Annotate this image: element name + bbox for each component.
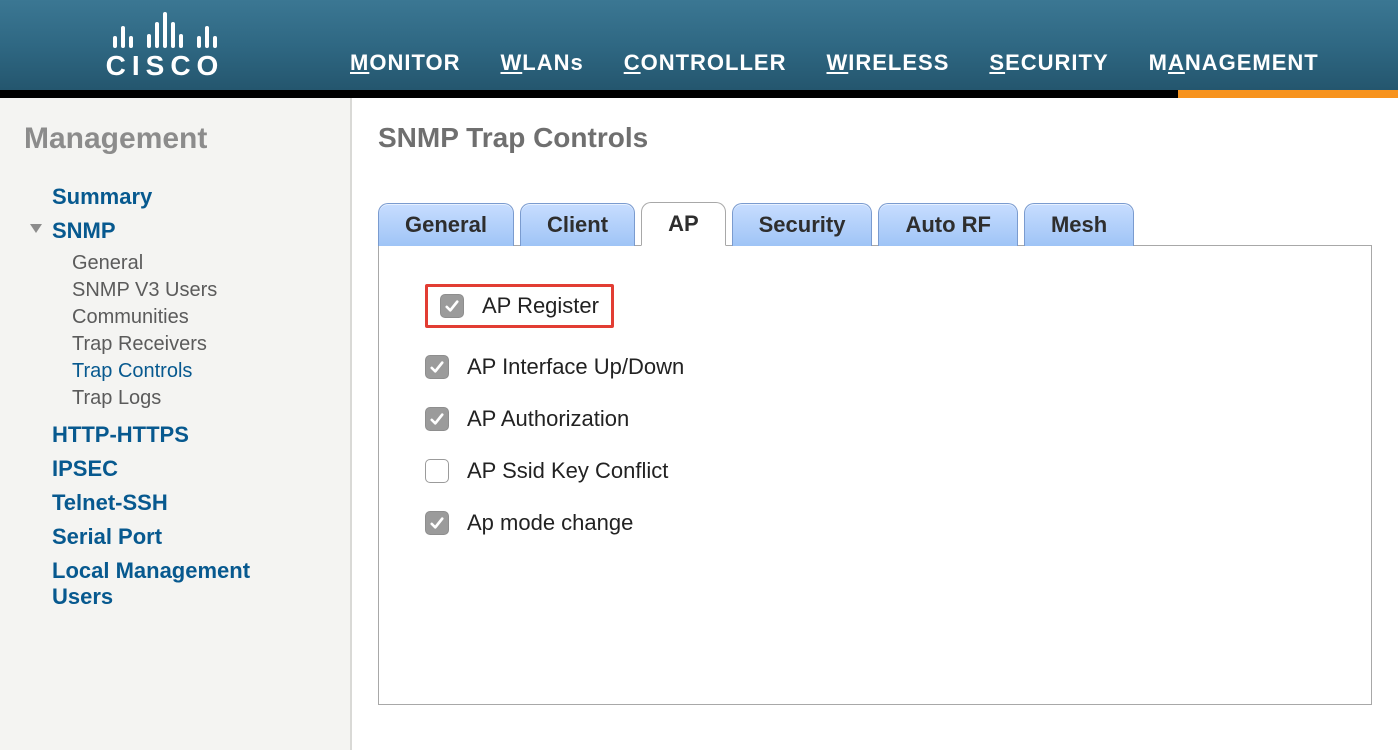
label-ap-mode-change: Ap mode change	[467, 510, 633, 536]
sidebar-item-http-https[interactable]: HTTP-HTTPS	[52, 422, 350, 448]
nav-management[interactable]: MANAGEMENT	[1149, 50, 1319, 76]
tab-client[interactable]: Client	[520, 203, 635, 246]
check-icon	[430, 360, 444, 374]
check-icon	[430, 516, 444, 530]
tab-security[interactable]: Security	[732, 203, 873, 246]
body-layout: Management Summary SNMP General SNMP V3 …	[0, 98, 1398, 750]
sidebar-sub-trap-logs[interactable]: Trap Logs	[72, 387, 350, 410]
sidebar-item-serial-port[interactable]: Serial Port	[52, 524, 350, 550]
check-icon	[445, 299, 459, 313]
checkbox-ap-interface[interactable]	[425, 355, 449, 379]
cisco-logo-icon: CISCO	[106, 8, 225, 82]
top-nav: MONITOR WLANs CONTROLLER WIRELESS SECURI…	[330, 0, 1319, 90]
brand-logo: CISCO	[0, 0, 330, 90]
top-bar: CISCO MONITOR WLANs CONTROLLER WIRELESS …	[0, 0, 1398, 98]
main-content: SNMP Trap Controls General Client AP Sec…	[352, 98, 1398, 750]
checkbox-ap-register[interactable]	[440, 294, 464, 318]
checkbox-ap-authorization[interactable]	[425, 407, 449, 431]
tab-ap[interactable]: AP	[641, 202, 726, 246]
nav-controller[interactable]: CONTROLLER	[624, 50, 787, 76]
page-title: SNMP Trap Controls	[378, 122, 1372, 154]
brand-name: CISCO	[106, 50, 225, 82]
nav-active-indicator	[1178, 90, 1398, 98]
tab-mesh[interactable]: Mesh	[1024, 203, 1134, 246]
tab-general[interactable]: General	[378, 203, 514, 246]
sidebar-item-summary[interactable]: Summary	[52, 184, 350, 210]
tab-auto-rf[interactable]: Auto RF	[878, 203, 1018, 246]
trap-row-ap-register: AP Register	[425, 284, 1325, 328]
sidebar-item-local-mgmt-users[interactable]: Local Management Users	[52, 558, 302, 610]
sidebar-title: Management	[24, 122, 350, 156]
nav-wireless[interactable]: WIRELESS	[826, 50, 949, 76]
sidebar-sub-general[interactable]: General	[72, 252, 350, 275]
nav-wlans[interactable]: WLANs	[500, 50, 583, 76]
tab-panel-ap: AP Register AP Interface Up/Down AP Auth…	[378, 245, 1372, 705]
sidebar-sub-communities[interactable]: Communities	[72, 306, 350, 329]
sidebar-item-telnet-ssh[interactable]: Telnet-SSH	[52, 490, 350, 516]
highlight-box: AP Register	[425, 284, 614, 328]
label-ap-interface: AP Interface Up/Down	[467, 354, 684, 380]
nav-security[interactable]: SECURITY	[989, 50, 1108, 76]
sidebar-subitems-snmp: General SNMP V3 Users Communities Trap R…	[72, 252, 350, 410]
checkbox-ap-ssid-conflict[interactable]	[425, 459, 449, 483]
tab-strip: General Client AP Security Auto RF Mesh	[378, 202, 1372, 246]
sidebar-item-snmp[interactable]: SNMP	[52, 218, 350, 244]
sidebar-item-ipsec[interactable]: IPSEC	[52, 456, 350, 482]
trap-row-ap-mode-change: Ap mode change	[425, 510, 1325, 536]
sidebar: Management Summary SNMP General SNMP V3 …	[0, 98, 352, 750]
sidebar-group-snmp: SNMP General SNMP V3 Users Communities T…	[24, 218, 350, 410]
trap-row-ap-authorization: AP Authorization	[425, 406, 1325, 432]
check-icon	[430, 412, 444, 426]
label-ap-ssid-conflict: AP Ssid Key Conflict	[467, 458, 668, 484]
sidebar-sub-snmpv3users[interactable]: SNMP V3 Users	[72, 279, 350, 302]
trap-row-ap-ssid-conflict: AP Ssid Key Conflict	[425, 458, 1325, 484]
sidebar-sub-trap-receivers[interactable]: Trap Receivers	[72, 333, 350, 356]
label-ap-register: AP Register	[482, 293, 599, 319]
chevron-down-icon[interactable]	[30, 224, 42, 233]
trap-row-ap-interface: AP Interface Up/Down	[425, 354, 1325, 380]
sidebar-sub-trap-controls[interactable]: Trap Controls	[72, 360, 350, 383]
checkbox-ap-mode-change[interactable]	[425, 511, 449, 535]
nav-monitor[interactable]: MONITOR	[350, 50, 460, 76]
label-ap-authorization: AP Authorization	[467, 406, 629, 432]
